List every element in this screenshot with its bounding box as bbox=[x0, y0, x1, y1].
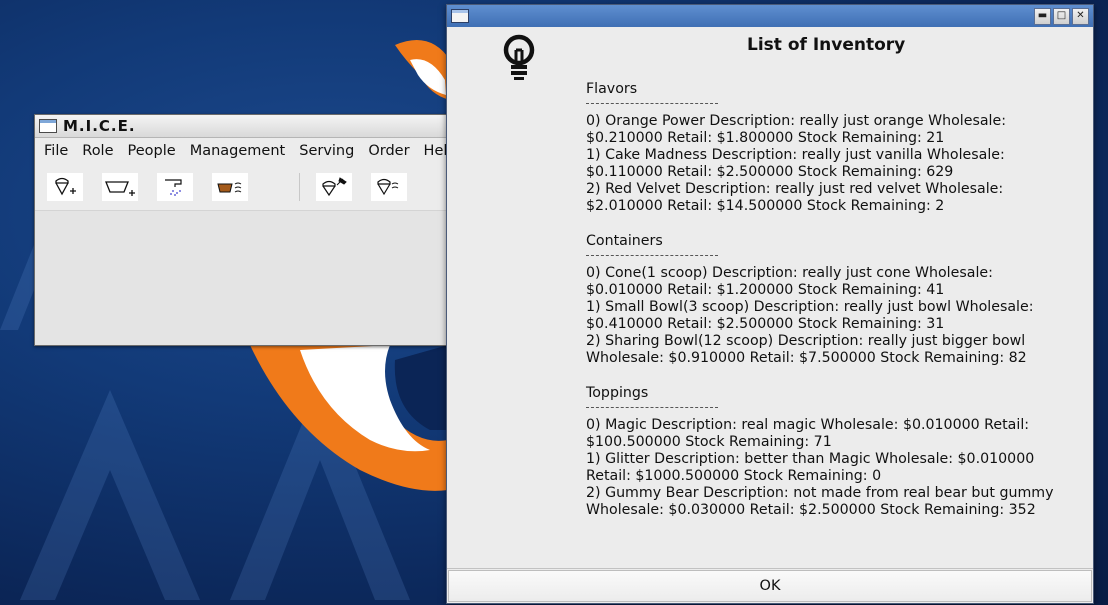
menu-management[interactable]: Management bbox=[183, 143, 293, 159]
close-icon[interactable]: ✕ bbox=[1072, 8, 1089, 25]
mice-content-area bbox=[35, 211, 455, 345]
list-item: 2) Gummy Bear Description: not made from… bbox=[586, 485, 1054, 518]
inventory-dialog[interactable]: ▬ □ ✕ List of Inventory Flavors 0) Orang… bbox=[446, 4, 1094, 604]
section-divider bbox=[586, 102, 718, 104]
window-controls: ▬ □ ✕ bbox=[1034, 8, 1089, 25]
section-toppings: Toppings 0) Magic Description: real magi… bbox=[586, 385, 1066, 519]
order-topping-button[interactable] bbox=[371, 173, 407, 201]
add-flavor-button[interactable] bbox=[47, 173, 83, 201]
serve-icon bbox=[217, 182, 242, 193]
order-topping-icon bbox=[377, 178, 399, 196]
add-container-icon bbox=[105, 181, 135, 196]
list-item: 2) Red Velvet Description: really just r… bbox=[586, 181, 1004, 214]
dialog-button-bar: OK bbox=[447, 568, 1093, 603]
add-topping-button[interactable] bbox=[157, 173, 193, 201]
mice-menubar: File Role People Management Serving Orde… bbox=[35, 138, 455, 164]
mice-titlebar[interactable]: M.I.C.E. bbox=[35, 115, 455, 138]
section-title: Flavors bbox=[586, 81, 638, 97]
dialog-heading: List of Inventory bbox=[747, 35, 906, 55]
serve-button[interactable] bbox=[212, 173, 248, 201]
add-topping-icon bbox=[165, 179, 182, 196]
section-divider bbox=[586, 406, 718, 408]
menu-file[interactable]: File bbox=[37, 143, 75, 159]
dialog-titlebar[interactable]: ▬ □ ✕ bbox=[447, 5, 1093, 27]
lightbulb-icon bbox=[503, 34, 535, 80]
inventory-list: Flavors 0) Orange Power Description: rea… bbox=[586, 81, 1066, 519]
list-item: 0) Orange Power Description: really just… bbox=[586, 113, 1006, 146]
section-divider bbox=[586, 254, 718, 256]
mice-toolbar bbox=[35, 164, 455, 211]
list-item: 0) Cone(1 scoop) Description: really jus… bbox=[586, 265, 993, 298]
menu-order[interactable]: Order bbox=[361, 143, 416, 159]
menu-serving[interactable]: Serving bbox=[292, 143, 361, 159]
mice-window[interactable]: M.I.C.E. File Role People Management Ser… bbox=[34, 114, 456, 346]
section-title: Containers bbox=[586, 233, 663, 249]
minimize-icon[interactable]: ▬ bbox=[1034, 8, 1051, 25]
list-item: 0) Magic Description: real magic Wholesa… bbox=[586, 417, 1030, 450]
order-icon bbox=[322, 177, 347, 197]
list-item: 1) Small Bowl(3 scoop) Description: real… bbox=[586, 299, 1034, 332]
window-icon bbox=[451, 9, 469, 23]
menu-people[interactable]: People bbox=[121, 143, 183, 159]
ok-button[interactable]: OK bbox=[448, 570, 1092, 602]
order-button[interactable] bbox=[316, 173, 352, 201]
add-flavor-icon bbox=[55, 177, 76, 196]
maximize-icon[interactable]: □ bbox=[1053, 8, 1070, 25]
section-flavors: Flavors 0) Orange Power Description: rea… bbox=[586, 81, 1066, 215]
section-containers: Containers 0) Cone(1 scoop) Description:… bbox=[586, 233, 1066, 367]
list-item: 2) Sharing Bowl(12 scoop) Description: r… bbox=[586, 333, 1027, 366]
list-item: 1) Cake Madness Description: really just… bbox=[586, 147, 1005, 180]
mice-window-title: M.I.C.E. bbox=[63, 117, 136, 135]
add-container-button[interactable] bbox=[102, 173, 138, 201]
menu-role[interactable]: Role bbox=[75, 143, 120, 159]
window-icon bbox=[39, 119, 57, 133]
section-title: Toppings bbox=[586, 385, 649, 401]
toolbar-separator bbox=[299, 173, 300, 201]
list-item: 1) Glitter Description: better than Magi… bbox=[586, 451, 1035, 484]
